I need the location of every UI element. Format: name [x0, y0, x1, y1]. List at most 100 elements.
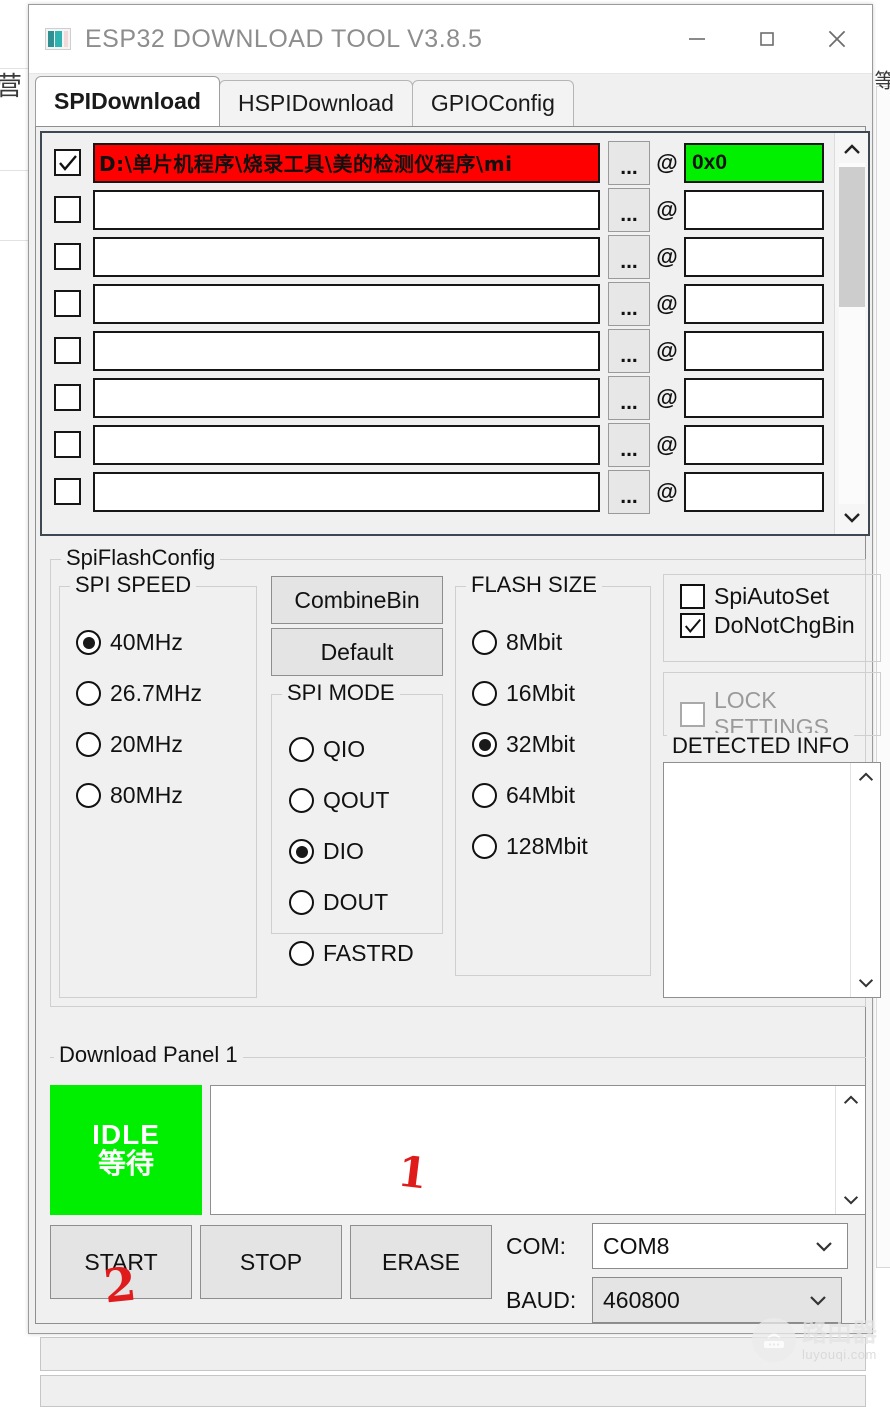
file-enable-checkbox[interactable]: [54, 290, 81, 317]
radio-icon: [472, 783, 497, 808]
file-enable-checkbox[interactable]: [54, 478, 81, 505]
file-address-input[interactable]: [684, 236, 824, 277]
file-address-input[interactable]: [684, 330, 824, 371]
scrollbar-thumb[interactable]: [838, 167, 865, 307]
checkbox-icon: [680, 701, 705, 727]
browse-button[interactable]: ...: [608, 234, 650, 279]
file-address-input[interactable]: [684, 377, 824, 418]
file-path-input[interactable]: [93, 330, 600, 371]
checkbox-spiautoset[interactable]: SpiAutoSet: [680, 583, 855, 610]
maximize-button[interactable]: [732, 5, 802, 73]
option-label: 20MHz: [110, 731, 183, 757]
scrollbar-track[interactable]: [838, 163, 865, 504]
tab-gpioconfig[interactable]: GPIOConfig: [411, 80, 574, 126]
browse-button[interactable]: ...: [608, 422, 650, 467]
browse-button[interactable]: ...: [608, 281, 650, 326]
option-label: SpiAutoSet: [714, 583, 830, 609]
tab-label: SPIDownload: [54, 88, 201, 114]
browse-button[interactable]: ...: [608, 469, 650, 514]
scroll-down-icon: [843, 1196, 858, 1205]
checkbox-icon: [680, 584, 705, 609]
file-path-text: D:\单片机程序\烧录工具\美的检测仪程序\mi: [99, 152, 513, 176]
radio-spi-speed-40mhz[interactable]: 40MHz: [76, 629, 202, 656]
radio-spi-mode-qout[interactable]: QOUT: [289, 787, 414, 814]
at-symbol: @: [656, 384, 678, 410]
scroll-up-icon[interactable]: [841, 137, 863, 163]
file-path-input[interactable]: [93, 236, 600, 277]
radio-spi-mode-fastrd[interactable]: FASTRD: [289, 940, 414, 967]
status-bar-secondary: [40, 1375, 866, 1407]
baud-rate-select[interactable]: 460800: [592, 1277, 842, 1323]
file-path-input[interactable]: [93, 377, 600, 418]
radio-spi-speed-20mhz[interactable]: 20MHz: [76, 731, 202, 758]
checkbox-donotchgbin[interactable]: DoNotChgBin: [680, 612, 855, 639]
radio-flash-size-64mbit[interactable]: 64Mbit: [472, 782, 588, 809]
tab-label: GPIOConfig: [430, 90, 555, 116]
close-button[interactable]: [802, 5, 872, 73]
radio-spi-speed-80mhz[interactable]: 80MHz: [76, 782, 202, 809]
browse-button[interactable]: ...: [608, 187, 650, 232]
option-label: QOUT: [323, 787, 390, 813]
at-symbol: @: [656, 149, 678, 175]
scroll-down-icon[interactable]: [841, 504, 863, 530]
file-address-input[interactable]: [684, 189, 824, 230]
radio-icon: [289, 788, 314, 813]
detected-info-scrollbar[interactable]: [850, 763, 880, 997]
browse-button[interactable]: ...: [608, 328, 650, 373]
scroll-up-icon: [843, 1095, 858, 1104]
browse-button[interactable]: ...: [608, 140, 650, 185]
file-address-input[interactable]: 0x0: [684, 142, 824, 183]
com-label: COM:: [506, 1233, 567, 1259]
file-row: ... @: [42, 327, 834, 374]
file-row: ... @: [42, 186, 834, 233]
radio-spi-speed-26mhz[interactable]: 26.7MHz: [76, 680, 202, 707]
file-path-input[interactable]: [93, 189, 600, 230]
detected-info-group: DETECTED INFO: [663, 733, 881, 998]
tab-hspidownload[interactable]: HSPIDownload: [218, 80, 413, 126]
file-row: ... @: [42, 233, 834, 280]
radio-icon: [289, 890, 314, 915]
browse-button[interactable]: ...: [608, 375, 650, 420]
radio-spi-mode-dout[interactable]: DOUT: [289, 889, 414, 916]
file-list-scrollbar[interactable]: [834, 133, 868, 534]
file-address-text: 0x0: [692, 150, 728, 174]
option-label: DOUT: [323, 889, 389, 915]
radio-flash-size-128mbit[interactable]: 128Mbit: [472, 833, 588, 860]
default-button[interactable]: Default: [271, 628, 443, 676]
annotation-marker-2: 2: [101, 1256, 139, 1314]
window-controls: [662, 5, 872, 73]
file-path-input[interactable]: [93, 471, 600, 512]
lock-settings-group: LOCK SETTINGS: [663, 672, 881, 740]
spi-speed-title: SPI SPEED: [70, 572, 197, 598]
status-text-cn: 等待: [97, 1147, 154, 1181]
radio-flash-size-8mbit[interactable]: 8Mbit: [472, 629, 588, 656]
radio-spi-mode-dio[interactable]: DIO: [289, 838, 414, 865]
file-address-input[interactable]: [684, 424, 824, 465]
file-enable-checkbox[interactable]: [54, 149, 81, 176]
file-address-input[interactable]: [684, 471, 824, 512]
radio-flash-size-32mbit[interactable]: 32Mbit: [472, 731, 588, 758]
flash-size-group: FLASH SIZE 8Mbit 16Mbit 32Mbit 64Mbit 12…: [455, 572, 651, 976]
radio-flash-size-16mbit[interactable]: 16Mbit: [472, 680, 588, 707]
radio-spi-mode-qio[interactable]: QIO: [289, 736, 414, 763]
com-port-select[interactable]: COM8: [592, 1223, 848, 1269]
log-text: [211, 1086, 835, 1214]
file-address-input[interactable]: [684, 283, 824, 324]
file-enable-checkbox[interactable]: [54, 431, 81, 458]
log-scrollbar[interactable]: [835, 1086, 865, 1214]
radio-icon: [76, 732, 101, 757]
file-enable-checkbox[interactable]: [54, 384, 81, 411]
file-enable-checkbox[interactable]: [54, 243, 81, 270]
app-window: ESP32 DOWNLOAD TOOL V3.8.5 SPIDownload H…: [28, 4, 881, 1407]
tab-spidownload[interactable]: SPIDownload: [35, 76, 220, 126]
file-enable-checkbox[interactable]: [54, 196, 81, 223]
file-path-input[interactable]: [93, 283, 600, 324]
file-path-input[interactable]: [93, 424, 600, 465]
file-enable-checkbox[interactable]: [54, 337, 81, 364]
erase-button[interactable]: ERASE: [350, 1225, 492, 1299]
radio-icon: [289, 737, 314, 762]
combinebin-button[interactable]: CombineBin: [271, 576, 443, 624]
file-path-input[interactable]: D:\单片机程序\烧录工具\美的检测仪程序\mi: [93, 142, 600, 183]
minimize-button[interactable]: [662, 5, 732, 73]
stop-button[interactable]: STOP: [200, 1225, 342, 1299]
